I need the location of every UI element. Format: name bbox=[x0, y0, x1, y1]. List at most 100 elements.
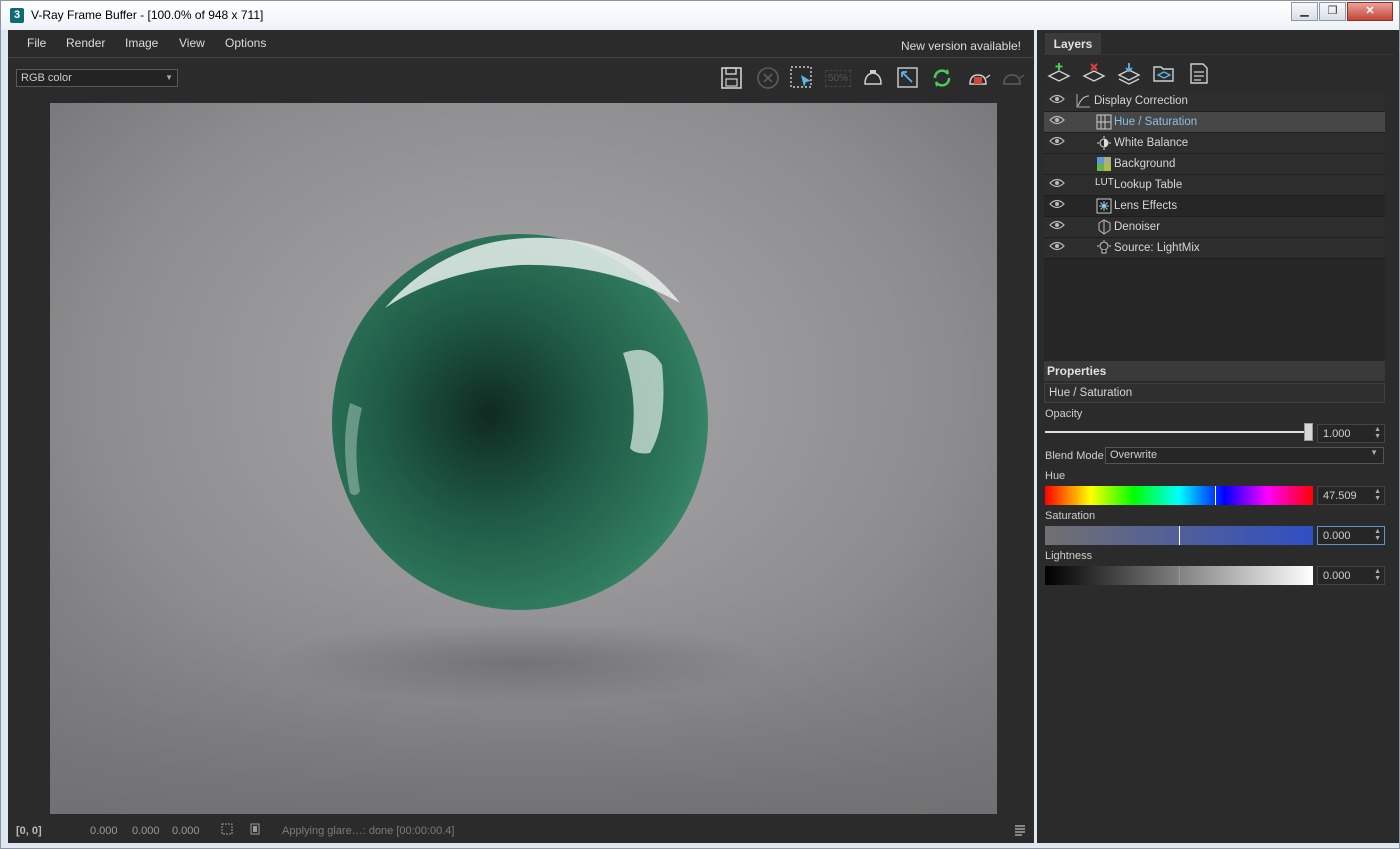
white-balance-icon bbox=[1097, 136, 1111, 150]
follow-mouse-icon bbox=[897, 67, 918, 88]
film-strip-icon[interactable] bbox=[249, 823, 261, 838]
menu-render[interactable]: Render bbox=[66, 36, 105, 50]
menu-bar: File Render Image View Options New versi… bbox=[8, 30, 1034, 58]
background-icon bbox=[1097, 157, 1111, 171]
lightmix-icon bbox=[1097, 240, 1111, 254]
layer-white-balance[interactable]: White Balance bbox=[1044, 133, 1385, 154]
refresh-button[interactable] bbox=[928, 64, 956, 92]
eye-icon[interactable] bbox=[1049, 199, 1065, 209]
add-layer-button[interactable] bbox=[1046, 61, 1074, 87]
opacity-input[interactable]: 1.000 ▲ ▼ bbox=[1317, 424, 1385, 443]
layers-list: Display Correction Hue / Saturation Whit… bbox=[1044, 91, 1385, 361]
eye-icon[interactable] bbox=[1049, 136, 1065, 146]
lightness-slider[interactable] bbox=[1045, 566, 1313, 585]
menu-options[interactable]: Options bbox=[225, 36, 266, 50]
hue-slider[interactable] bbox=[1045, 486, 1313, 505]
spinner-arrows-icon[interactable]: ▲ ▼ bbox=[1374, 568, 1381, 582]
title-bar[interactable]: 3 V-Ray Frame Buffer - [100.0% of 948 x … bbox=[1, 1, 1399, 30]
layer-name-field[interactable]: Hue / Saturation bbox=[1044, 383, 1385, 403]
app-icon: 3 bbox=[10, 8, 24, 23]
tab-layers[interactable]: Layers bbox=[1045, 33, 1101, 55]
tab-underline bbox=[1044, 54, 1393, 55]
channel-value: RGB color bbox=[21, 72, 72, 84]
lightness-slider-marker[interactable] bbox=[1179, 566, 1180, 585]
color-picker-icon[interactable] bbox=[221, 823, 233, 838]
lightness-value: 0.000 bbox=[1323, 570, 1351, 582]
status-bar: [0, 0] 0.000 0.000 0.000 Applying glare…… bbox=[8, 820, 1034, 842]
blend-mode-select[interactable]: Overwrite ▼ bbox=[1105, 447, 1384, 464]
denoiser-icon bbox=[1098, 219, 1111, 235]
opacity-slider-track[interactable] bbox=[1045, 431, 1313, 433]
render-area: File Render Image View Options New versi… bbox=[8, 30, 1034, 843]
channel-select[interactable]: RGB color ▼ bbox=[16, 69, 178, 87]
minimize-icon: ▁ bbox=[1300, 5, 1309, 17]
hue-label: Hue bbox=[1045, 470, 1066, 482]
hue-input[interactable]: 47.509 ▲ ▼ bbox=[1317, 486, 1385, 505]
saturation-slider-marker[interactable] bbox=[1179, 526, 1180, 545]
render-button[interactable] bbox=[964, 64, 992, 92]
load-preset-button[interactable] bbox=[1151, 61, 1179, 87]
spinner-arrows-icon[interactable]: ▲ ▼ bbox=[1374, 488, 1381, 502]
render-interactive-button[interactable] bbox=[998, 64, 1026, 92]
merge-layers-button[interactable] bbox=[1116, 61, 1144, 87]
eye-icon[interactable] bbox=[1049, 115, 1065, 125]
zoom-50-button[interactable]: 50% bbox=[824, 64, 852, 92]
chevron-down-icon: ▼ bbox=[165, 73, 173, 82]
layer-denoiser[interactable]: Denoiser bbox=[1044, 217, 1385, 238]
layer-label: Denoiser bbox=[1114, 221, 1161, 233]
minimize-button[interactable]: ▁ bbox=[1291, 2, 1318, 21]
blend-mode-value: Overwrite bbox=[1110, 449, 1158, 461]
layer-label: Source: LightMix bbox=[1114, 242, 1200, 254]
stop-button[interactable] bbox=[754, 64, 782, 92]
layer-lookup-table[interactable]: LUT Lookup Table bbox=[1044, 175, 1385, 196]
layer-background[interactable]: Background bbox=[1044, 154, 1385, 175]
menu-image[interactable]: Image bbox=[125, 36, 158, 50]
layer-lightmix[interactable]: Source: LightMix bbox=[1044, 238, 1385, 259]
restore-icon: ❐ bbox=[1327, 5, 1338, 17]
close-button[interactable]: ✕ bbox=[1347, 2, 1393, 21]
menu-file[interactable]: File bbox=[27, 36, 46, 50]
track-mouse-icon bbox=[864, 70, 882, 85]
follow-mouse-button[interactable] bbox=[894, 64, 922, 92]
eye-icon[interactable] bbox=[1049, 94, 1065, 104]
curve-icon bbox=[1076, 94, 1090, 108]
new-version-link[interactable]: New version available! bbox=[901, 39, 1021, 53]
lightness-input[interactable]: 0.000 ▲ ▼ bbox=[1317, 566, 1385, 585]
saturation-label: Saturation bbox=[1045, 510, 1096, 522]
layer-label: Hue / Saturation bbox=[1114, 116, 1198, 128]
render-viewport[interactable] bbox=[50, 103, 997, 814]
saturation-input[interactable]: 0.000 ▲ ▼ bbox=[1317, 526, 1385, 545]
eye-icon[interactable] bbox=[1049, 220, 1065, 230]
track-mouse-button[interactable] bbox=[859, 64, 887, 92]
restore-button[interactable]: ❐ bbox=[1319, 2, 1346, 21]
spinner-arrows-icon[interactable]: ▲ ▼ bbox=[1374, 528, 1381, 542]
status-message: Applying glare…: done [00:00:00.4] bbox=[282, 825, 455, 837]
delete-layer-button[interactable] bbox=[1081, 61, 1109, 87]
layer-lens-effects[interactable]: Lens Effects bbox=[1044, 196, 1385, 217]
spinner-arrows-icon[interactable]: ▲ ▼ bbox=[1374, 426, 1381, 440]
menu-view[interactable]: View bbox=[179, 36, 205, 50]
layer-label: Lens Effects bbox=[1114, 200, 1178, 212]
save-icon bbox=[721, 67, 742, 89]
hue-slider-marker[interactable] bbox=[1215, 486, 1216, 505]
region-render-button[interactable] bbox=[788, 64, 816, 92]
chevron-down-icon: ▼ bbox=[1370, 448, 1378, 457]
pixel-r: 0.000 bbox=[90, 825, 118, 837]
eye-icon[interactable] bbox=[1049, 241, 1065, 251]
layer-hue-saturation[interactable]: Hue / Saturation bbox=[1044, 112, 1385, 133]
pixel-g: 0.000 bbox=[132, 825, 160, 837]
hue-value: 47.509 bbox=[1323, 490, 1357, 502]
opacity-slider-handle[interactable] bbox=[1304, 423, 1313, 441]
layer-label: Background bbox=[1114, 158, 1176, 170]
refresh-icon bbox=[933, 69, 951, 87]
layer-display-correction[interactable]: Display Correction bbox=[1044, 91, 1385, 112]
eye-icon[interactable] bbox=[1049, 178, 1065, 188]
layers-panel: Layers Display Correction Hue / Saturati… bbox=[1037, 30, 1399, 843]
log-icon[interactable] bbox=[1014, 824, 1026, 839]
rendered-image bbox=[50, 103, 997, 814]
saturation-slider[interactable] bbox=[1045, 526, 1313, 545]
save-button[interactable] bbox=[718, 64, 746, 92]
save-preset-button[interactable] bbox=[1186, 61, 1214, 87]
close-icon: ✕ bbox=[1365, 5, 1375, 17]
blend-mode-label: Blend Mode bbox=[1045, 450, 1104, 462]
